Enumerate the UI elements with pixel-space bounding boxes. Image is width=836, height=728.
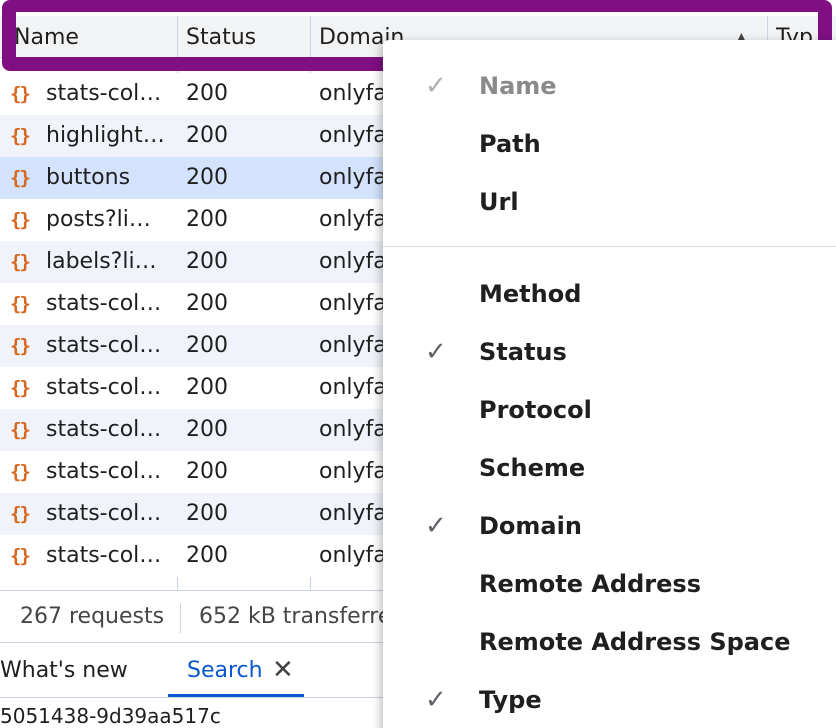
menu-item-label: Method bbox=[479, 280, 582, 308]
request-name-cell: highlight… bbox=[46, 123, 165, 148]
menu-item-label: Name bbox=[479, 72, 557, 100]
menu-item-label: Remote Address Space bbox=[479, 628, 791, 656]
request-status-cell: 200 bbox=[186, 543, 228, 568]
menu-item-label: Status bbox=[479, 338, 567, 366]
checkmark-icon: ✓ bbox=[425, 337, 447, 367]
menu-separator bbox=[383, 246, 836, 247]
menu-item-label: Domain bbox=[479, 512, 582, 540]
menu-item-path[interactable]: Path bbox=[383, 116, 836, 172]
request-name-cell: stats-col… bbox=[46, 291, 162, 316]
menu-item-label: Protocol bbox=[479, 396, 592, 424]
menu-item-url[interactable]: Url bbox=[383, 174, 836, 230]
tab-search[interactable]: Search bbox=[187, 643, 263, 699]
active-tab-indicator bbox=[168, 694, 304, 697]
json-file-icon: {} bbox=[10, 503, 31, 525]
column-visibility-menu: ✓ Name Path Url Method ✓ Status Protocol Scheme… bbox=[383, 40, 836, 728]
menu-item-remote-address-space[interactable]: Remote Address Space bbox=[383, 614, 836, 670]
json-file-icon: {} bbox=[10, 125, 31, 147]
menu-item-label: Type bbox=[479, 686, 542, 714]
request-status-cell: 200 bbox=[186, 291, 228, 316]
close-tab-icon[interactable]: ✕ bbox=[272, 643, 294, 699]
checkmark-icon: ✓ bbox=[425, 685, 447, 715]
summary-divider bbox=[180, 603, 181, 633]
json-file-icon: {} bbox=[10, 545, 31, 567]
request-status-cell: 200 bbox=[186, 459, 228, 484]
request-name-cell: buttons bbox=[46, 165, 131, 190]
json-file-icon: {} bbox=[10, 293, 31, 315]
menu-item-scheme[interactable]: Scheme bbox=[383, 440, 836, 496]
menu-item-label: Remote Address bbox=[479, 570, 701, 598]
menu-item-label: Url bbox=[479, 188, 519, 216]
request-name-cell: stats-col… bbox=[46, 333, 162, 358]
menu-item-status[interactable]: ✓ Status bbox=[383, 324, 836, 380]
request-count: 267 requests bbox=[20, 604, 165, 629]
menu-item-name: ✓ Name bbox=[383, 58, 836, 114]
request-name-cell: stats-col… bbox=[46, 417, 162, 442]
column-header-name[interactable]: Name bbox=[14, 16, 174, 58]
json-file-icon: {} bbox=[10, 377, 31, 399]
column-header-status[interactable]: Status bbox=[186, 16, 306, 58]
request-name-cell: stats-col… bbox=[46, 543, 162, 568]
checkmark-icon: ✓ bbox=[425, 511, 447, 541]
request-name-cell: posts?li… bbox=[46, 207, 151, 232]
request-status-cell: 200 bbox=[186, 375, 228, 400]
request-status-cell: 200 bbox=[186, 333, 228, 358]
request-status-cell: 200 bbox=[186, 81, 228, 106]
json-file-icon: {} bbox=[10, 83, 31, 105]
request-status-cell: 200 bbox=[186, 249, 228, 274]
request-status-cell: 200 bbox=[186, 501, 228, 526]
menu-item-type[interactable]: ✓ Type bbox=[383, 672, 836, 728]
request-name-cell: stats-col… bbox=[46, 375, 162, 400]
request-status-cell: 200 bbox=[186, 417, 228, 442]
request-name-cell: stats-col… bbox=[46, 501, 162, 526]
json-file-icon: {} bbox=[10, 167, 31, 189]
menu-item-method[interactable]: Method bbox=[383, 266, 836, 322]
request-status-cell: 200 bbox=[186, 207, 228, 232]
menu-item-domain[interactable]: ✓ Domain bbox=[383, 498, 836, 554]
request-name-cell: labels?li… bbox=[46, 249, 157, 274]
json-file-icon: {} bbox=[10, 251, 31, 273]
request-status-cell: 200 bbox=[186, 123, 228, 148]
menu-item-label: Scheme bbox=[479, 454, 586, 482]
search-result-line[interactable]: 5051438-9d39aa517c bbox=[0, 704, 221, 728]
menu-item-remote-address[interactable]: Remote Address bbox=[383, 556, 836, 612]
json-file-icon: {} bbox=[10, 461, 31, 483]
transferred-size: 652 kB transferre bbox=[199, 604, 392, 629]
request-status-cell: 200 bbox=[186, 165, 228, 190]
request-name-cell: stats-col… bbox=[46, 81, 162, 106]
menu-item-protocol[interactable]: Protocol bbox=[383, 382, 836, 438]
request-name-cell: stats-col… bbox=[46, 459, 162, 484]
json-file-icon: {} bbox=[10, 419, 31, 441]
menu-item-label: Path bbox=[479, 130, 541, 158]
json-file-icon: {} bbox=[10, 209, 31, 231]
checkmark-icon: ✓ bbox=[425, 71, 447, 101]
json-file-icon: {} bbox=[10, 335, 31, 357]
tab-whats-new[interactable]: What's new bbox=[0, 643, 128, 699]
